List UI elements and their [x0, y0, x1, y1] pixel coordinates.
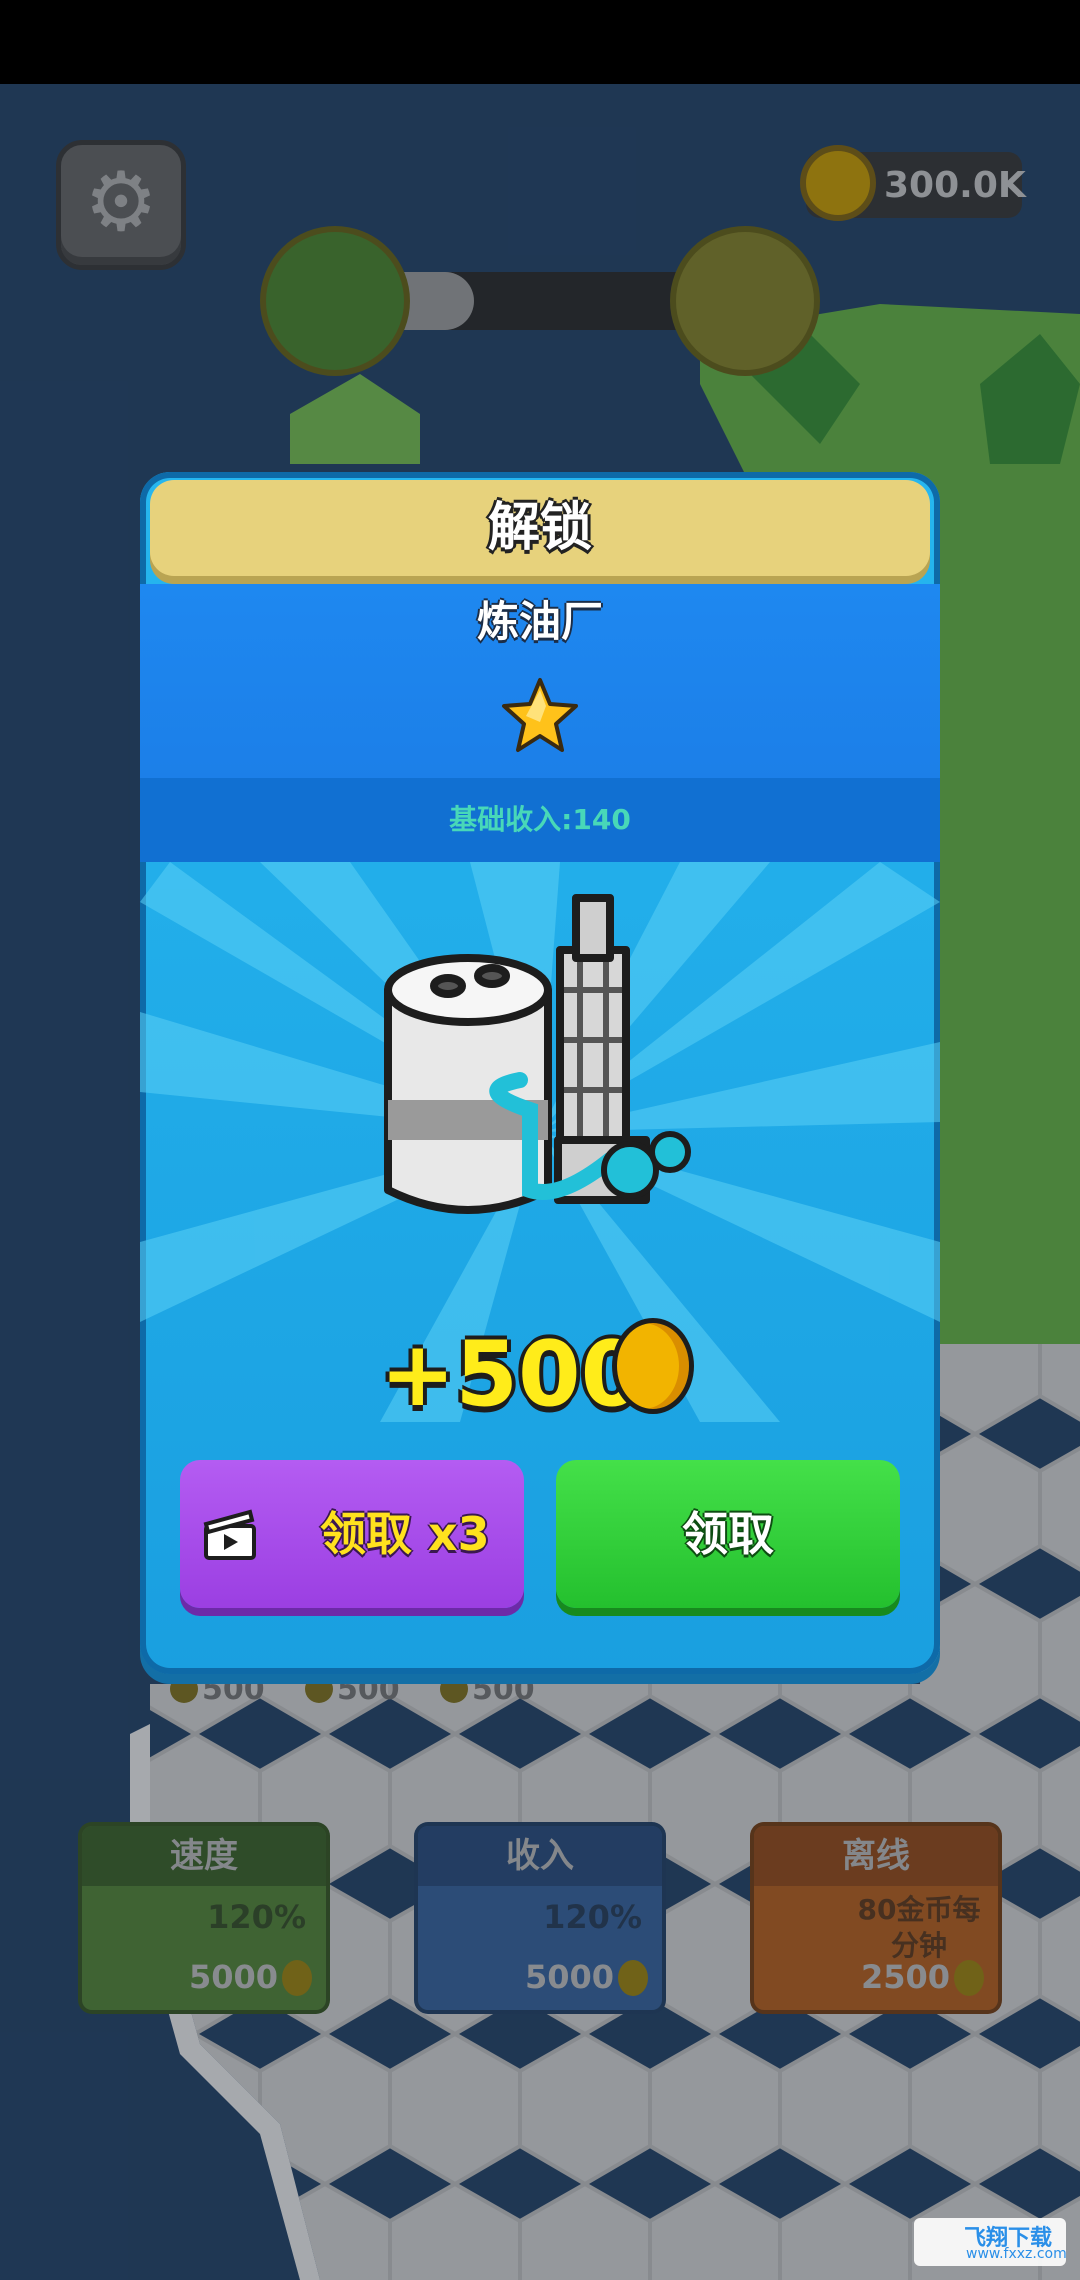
claim-label: 领取	[682, 1507, 774, 1561]
refinery-icon	[384, 894, 691, 1214]
base-income-label: 基础收入:140	[449, 803, 631, 836]
reward-amount: +500	[380, 1322, 644, 1427]
claim-x3-label: 领取 x3	[320, 1507, 490, 1561]
watermark-logo: 飞翔下载 www.fxxz.com	[914, 2218, 1067, 2266]
video-ad-icon	[203, 1509, 256, 1560]
claim-x3-button[interactable]: 领取 x3	[180, 1460, 524, 1608]
star-icon	[502, 678, 578, 752]
popup-title: 解锁	[487, 498, 592, 558]
coin-icon	[612, 1318, 694, 1414]
status-bar	[0, 0, 1080, 84]
popup-header: 解锁	[150, 480, 930, 576]
claim-button[interactable]: 领取	[556, 1460, 900, 1608]
building-name: 炼油厂	[476, 597, 603, 646]
